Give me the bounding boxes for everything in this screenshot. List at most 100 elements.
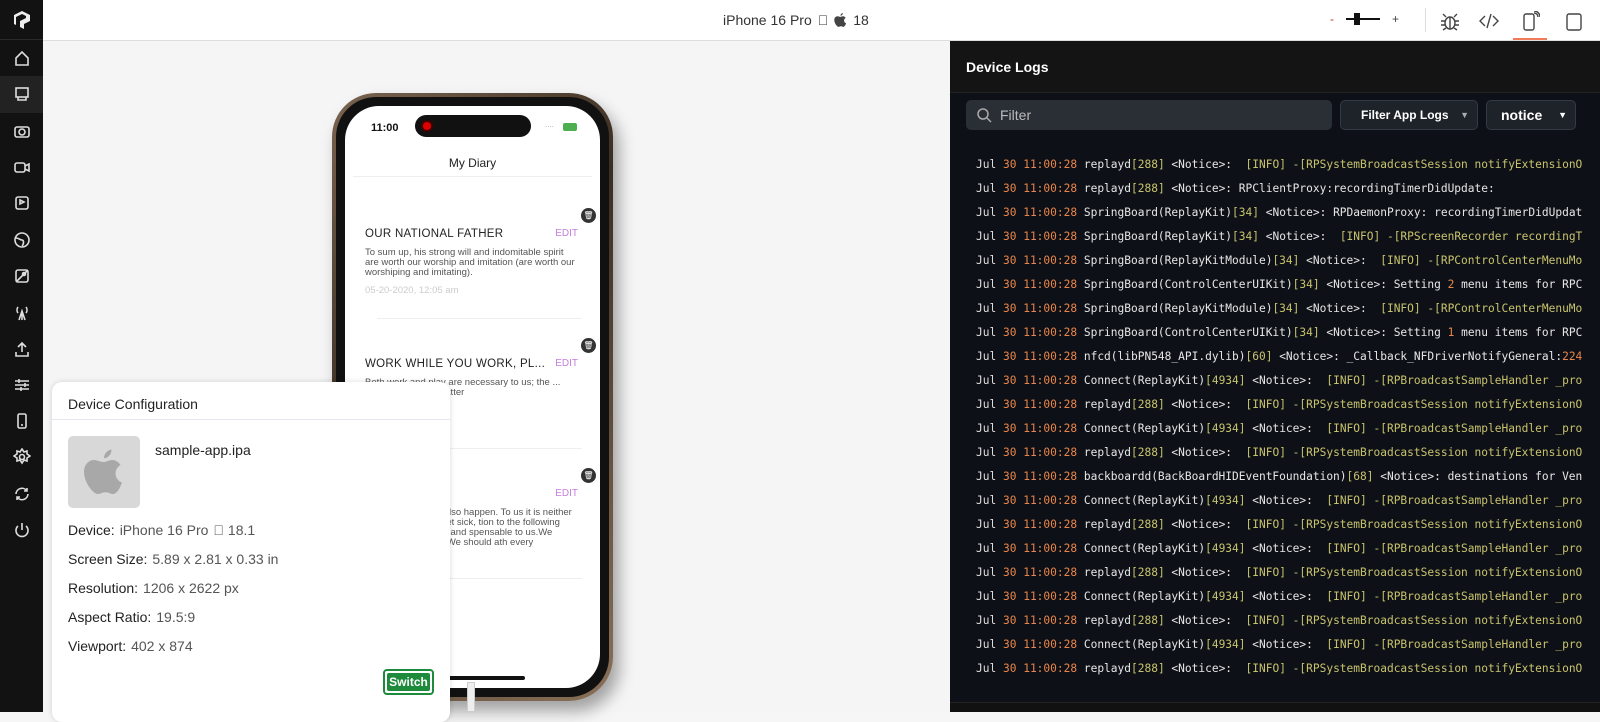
log-process: Connect(ReplayKit) — [1083, 638, 1206, 651]
sidebar-item-device[interactable] — [0, 403, 43, 439]
log-pid: [34] — [1232, 230, 1259, 243]
log-month: Jul — [976, 638, 997, 651]
sidebar-item-network[interactable] — [0, 294, 43, 330]
zoom-out-button[interactable]: - — [1330, 12, 1334, 26]
log-pid: [34] — [1272, 302, 1300, 315]
inspect-code-button[interactable] — [1476, 8, 1502, 34]
log-time: 11:00:28 — [1023, 398, 1078, 411]
switch-button[interactable]: Switch — [383, 669, 434, 695]
log-entry[interactable]: Jul 30 11:00:28 replayd[288] <Notice>: [… — [976, 609, 1600, 633]
settings-icon — [12, 448, 31, 465]
log-entry[interactable]: Jul 30 11:00:28 replayd[288] <Notice>: [… — [976, 441, 1600, 465]
log-message: <Notice>: — [1164, 158, 1246, 171]
app-logs-dropdown[interactable]: Filter App Logs ▼ — [1340, 100, 1478, 130]
log-process: replayd — [1083, 518, 1131, 531]
sidebar-item-app[interactable] — [0, 76, 43, 113]
debug-button[interactable] — [1437, 8, 1463, 34]
log-time: 11:00:28 — [1023, 158, 1078, 171]
log-pid: [4934] — [1205, 638, 1246, 651]
log-entry[interactable]: Jul 30 11:00:28 backboardd(BackBoardHIDE… — [976, 465, 1600, 489]
os-version: 18 — [842, 12, 869, 28]
log-month: Jul — [976, 518, 997, 531]
edit-button[interactable]: EDIT — [555, 228, 578, 239]
log-message: <Notice>: — [1299, 254, 1381, 267]
log-time: 11:00:28 — [1023, 422, 1078, 435]
sidebar-item-image[interactable] — [0, 258, 43, 294]
log-process: Connect(ReplayKit) — [1083, 494, 1206, 507]
cable — [467, 682, 475, 712]
device-panel-button[interactable] — [1560, 8, 1586, 34]
log-entry[interactable]: Jul 30 11:00:28 replayd[288] <Notice>: [… — [976, 513, 1600, 537]
log-month: Jul — [976, 374, 997, 387]
device-logs-button[interactable] — [1513, 8, 1547, 40]
log-pid: [4934] — [1205, 422, 1246, 435]
diary-entry[interactable]: OUR NATIONAL FATHER EDIT To sum up, his … — [365, 228, 578, 296]
log-entry[interactable]: Jul 30 11:00:28 SpringBoard(ReplayKit)[3… — [976, 201, 1600, 225]
log-entry[interactable]: Jul 30 11:00:28 replayd[288] <Notice>: [… — [976, 561, 1600, 585]
log-entry[interactable]: Jul 30 11:00:28 SpringBoard(ReplayKit)[3… — [976, 225, 1600, 249]
log-day: 30 — [1002, 518, 1017, 531]
entry-title: WORK WHILE YOU WORK, PL... — [365, 358, 546, 370]
log-entry[interactable]: Jul 30 11:00:28 replayd[288] <Notice>: [… — [976, 657, 1600, 681]
delete-entry-button[interactable]: 🗑 — [581, 208, 596, 223]
sidebar-item-upload[interactable] — [0, 330, 43, 366]
log-entry[interactable]: Jul 30 11:00:28 Connect(ReplayKit)[4934]… — [976, 417, 1600, 441]
log-info: [INFO] -[RPSystemBroadcastSession notify… — [1245, 614, 1583, 627]
sidebar — [0, 0, 43, 712]
log-level-dropdown[interactable]: notice ▼ — [1486, 100, 1576, 130]
log-month: Jul — [976, 494, 997, 507]
config-row: Device:iPhone 16 Pro18.1 — [68, 522, 255, 538]
apple-logo-icon — [834, 13, 847, 27]
log-entry[interactable]: Jul 30 11:00:28 replayd[288] <Notice>: [… — [976, 393, 1600, 417]
log-entry[interactable]: Jul 30 11:00:28 Connect(ReplayKit)[4934]… — [976, 369, 1600, 393]
sidebar-item-sliders[interactable] — [0, 367, 43, 403]
sidebar-item-media[interactable] — [0, 185, 43, 221]
log-entry[interactable]: Jul 30 11:00:28 nfcd(libPN548_API.dylib)… — [976, 345, 1600, 369]
log-entry[interactable]: Jul 30 11:00:28 Connect(ReplayKit)[4934]… — [976, 537, 1600, 561]
log-message: <Notice>: — [1164, 566, 1246, 579]
log-time: 11:00:28 — [1023, 494, 1078, 507]
filter-input[interactable]: Filter — [966, 100, 1332, 130]
sidebar-item-camera[interactable] — [0, 113, 43, 149]
zoom-in-button[interactable]: + — [1392, 12, 1399, 26]
zoom-control: - + — [1330, 12, 1399, 26]
delete-entry-button[interactable]: 🗑 — [581, 338, 596, 353]
log-entry[interactable]: Jul 30 11:00:28 replayd[288] <Notice>: R… — [976, 177, 1600, 201]
sidebar-item-video[interactable] — [0, 149, 43, 185]
logo[interactable] — [0, 0, 43, 40]
log-list[interactable]: Jul 30 11:00:28 replayd[288] <Notice>: [… — [976, 153, 1600, 681]
log-entry[interactable]: Jul 30 11:00:28 SpringBoard(ControlCente… — [976, 273, 1600, 297]
zoom-slider[interactable] — [1346, 13, 1380, 25]
edit-button[interactable]: EDIT — [555, 488, 578, 499]
log-entry[interactable]: Jul 30 11:00:28 SpringBoard(ReplayKitMod… — [976, 249, 1600, 273]
log-entry[interactable]: Jul 30 11:00:28 SpringBoard(ReplayKitMod… — [976, 297, 1600, 321]
sidebar-item-power[interactable] — [0, 512, 43, 548]
sidebar-item-globe[interactable] — [0, 221, 43, 257]
log-entry[interactable]: Jul 30 11:00:28 Connect(ReplayKit)[4934]… — [976, 633, 1600, 657]
log-day: 30 — [1002, 446, 1017, 459]
log-process: Connect(ReplayKit) — [1083, 590, 1206, 603]
log-time: 11:00:28 — [1023, 374, 1078, 387]
log-entry[interactable]: Jul 30 11:00:28 Connect(ReplayKit)[4934]… — [976, 585, 1600, 609]
log-entry[interactable]: Jul 30 11:00:28 SpringBoard(ControlCente… — [976, 321, 1600, 345]
sidebar-item-home[interactable] — [0, 40, 43, 76]
entry-body: To sum up, his strong will and indomitab… — [365, 247, 575, 278]
log-info: [INFO] -[RPSystemBroadcastSession notify… — [1245, 518, 1583, 531]
delete-entry-button[interactable]: 🗑 — [581, 468, 596, 483]
app-title: My Diary — [448, 156, 497, 170]
log-message: <Notice>: — [1164, 446, 1246, 459]
camera-icon — [13, 125, 30, 138]
log-day: 30 — [1002, 542, 1017, 555]
log-info: [INFO] -[RPSystemBroadcastSession notify… — [1245, 446, 1583, 459]
log-entry[interactable]: Jul 30 11:00:28 replayd[288] <Notice>: [… — [976, 153, 1600, 177]
sidebar-item-sync[interactable] — [0, 476, 43, 512]
config-label: Resolution: — [68, 580, 139, 596]
zoom-slider-knob[interactable] — [1354, 13, 1360, 25]
sidebar-item-settings[interactable] — [0, 439, 43, 475]
log-entry[interactable]: Jul 30 11:00:28 Connect(ReplayKit)[4934]… — [976, 489, 1600, 513]
edit-button[interactable]: EDIT — [555, 358, 578, 369]
log-day: 30 — [1002, 398, 1017, 411]
log-process: replayd — [1083, 182, 1131, 195]
image-icon — [14, 269, 29, 283]
log-day: 30 — [1002, 278, 1017, 291]
